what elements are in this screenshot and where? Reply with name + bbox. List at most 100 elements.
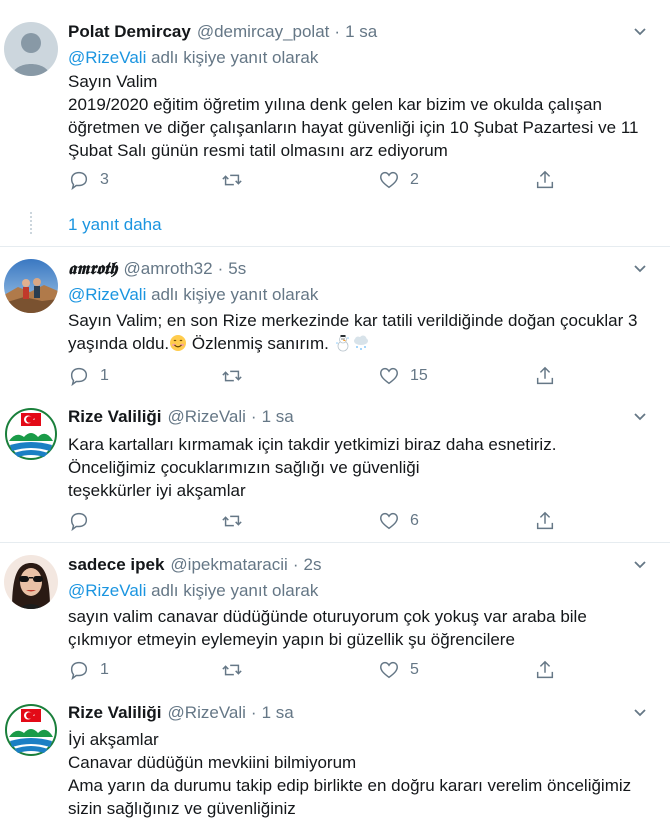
retweet-icon — [222, 664, 242, 676]
tweet-header: Rize Valiliği @RizeVali · 1 sa — [68, 407, 294, 431]
tweet-header: sadece ipek @ipekmataracii · 2s — [68, 555, 321, 579]
reply-button[interactable]: 1 — [68, 658, 109, 682]
tweet-text: Sayın Valim 2019/2020 eğitim öğretim yıl… — [68, 70, 658, 162]
tweet-text: İyi akşamlar Canavar düdüğün mevkiini bi… — [68, 728, 658, 820]
reply-context: @RizeVali adlı kişiye yanıt olarak — [68, 581, 318, 601]
avatar[interactable] — [4, 22, 58, 76]
share-button[interactable] — [534, 168, 566, 192]
timestamp[interactable]: 5s — [228, 259, 246, 279]
tweet-header: Polat Demircay @demircay_polat · 1 sa — [68, 22, 377, 46]
text-line: Önceliğimiz çocuklarımızın sağlığı ve gü… — [68, 458, 420, 477]
share-button[interactable] — [534, 509, 566, 533]
separator-dot: · — [217, 259, 224, 278]
like-button[interactable]: 2 — [378, 168, 419, 192]
separator-dot: · — [334, 22, 341, 41]
reply-icon — [70, 661, 88, 681]
text-line: Sayın Valim — [68, 72, 158, 91]
tweet-header: Rize Valiliği @RizeVali · 1 sa — [68, 703, 294, 727]
reply-context: @RizeVali adlı kişiye yanıt olarak — [68, 48, 318, 68]
reply-context: @RizeVali adlı kişiye yanıt olarak — [68, 285, 318, 305]
timestamp[interactable]: 1 sa — [345, 22, 377, 42]
smiling-face-emoji-icon — [170, 335, 187, 351]
chevron-down-icon[interactable] — [632, 24, 648, 40]
share-icon — [536, 170, 554, 189]
avatar[interactable] — [4, 259, 58, 313]
separator-dot: · — [250, 703, 257, 722]
reply-icon — [70, 171, 88, 191]
mention-link[interactable]: @RizeVali — [68, 285, 146, 304]
reply-suffix: adlı kişiye yanıt olarak — [146, 285, 319, 304]
share-button[interactable] — [534, 364, 566, 388]
user-handle[interactable]: @amroth32 — [123, 259, 212, 279]
user-handle[interactable]: @ipekmataracii — [170, 555, 287, 575]
tweet-2[interactable]: 𝖆𝖒𝖗𝖔𝖙𝖍 @amroth32 · 5s @RizeVali adlı kiş… — [0, 247, 670, 395]
chevron-down-icon[interactable] — [632, 409, 648, 425]
tweet-header: 𝖆𝖒𝖗𝖔𝖙𝖍 @amroth32 · 5s — [68, 259, 246, 283]
reply-icon — [70, 367, 88, 387]
retweet-button[interactable] — [221, 364, 253, 388]
text-line: öğretmen ve diğer çalışanların hayat güv… — [68, 118, 639, 137]
text-line: sizin sağlığınız ve güvenliğiniz — [68, 799, 296, 818]
snowman-emoji-icon — [335, 335, 349, 352]
thread-connector — [30, 212, 32, 234]
tweet-3[interactable]: Rize Valiliği @RizeVali · 1 sa Kara kart… — [0, 395, 670, 541]
reply-suffix: adlı kişiye yanıt olarak — [146, 48, 319, 67]
share-icon — [536, 660, 554, 679]
text-line: Sayın Valim; en son Rize merkezinde kar … — [68, 311, 638, 330]
display-name[interactable]: sadece ipek — [68, 555, 164, 575]
mention-link[interactable]: @RizeVali — [68, 48, 146, 67]
user-handle[interactable]: @RizeVali — [168, 703, 246, 723]
rize-logo-icon — [4, 407, 58, 461]
heart-icon — [380, 171, 398, 189]
text-line: teşekkürler iyi akşamlar — [68, 481, 246, 500]
share-icon — [536, 511, 554, 530]
mention-link[interactable]: @RizeVali — [68, 581, 146, 600]
text-segment: Özlenmiş sanırım. — [187, 334, 334, 353]
text-line: İyi akşamlar — [68, 730, 159, 749]
like-count: 5 — [410, 661, 419, 678]
reply-count: 1 — [100, 367, 109, 384]
separator-dot: · — [250, 407, 257, 426]
timestamp[interactable]: 1 sa — [262, 703, 294, 723]
timestamp[interactable]: 2s — [303, 555, 321, 575]
share-icon — [536, 366, 554, 385]
reply-button[interactable] — [68, 509, 100, 533]
share-button[interactable] — [534, 658, 566, 682]
reply-button[interactable]: 1 — [68, 364, 109, 388]
tweet-actions: 6 — [68, 509, 558, 533]
user-handle[interactable]: @RizeVali — [168, 407, 246, 427]
text-line: Canavar düdüğün mevkiini bilmiyorum — [68, 753, 357, 772]
reply-button[interactable]: 3 — [68, 168, 109, 192]
reply-suffix: adlı kişiye yanıt olarak — [146, 581, 319, 600]
retweet-button[interactable] — [221, 509, 253, 533]
text-line: Ama yarın da durumu takip edip birlikte … — [68, 776, 632, 795]
like-button[interactable]: 6 — [378, 509, 419, 533]
like-button[interactable]: 15 — [378, 364, 428, 388]
text-line: sayın valim canavar düdüğünde oturuyorum… — [68, 607, 587, 626]
more-replies-link[interactable]: 1 yanıt daha — [68, 215, 162, 235]
retweet-icon — [222, 174, 242, 186]
chevron-down-icon[interactable] — [632, 557, 648, 573]
text-line: Kara kartalları kırmamak için takdir yet… — [68, 435, 557, 454]
chevron-down-icon[interactable] — [632, 705, 648, 721]
text-segment: yaşında oldu. — [68, 334, 170, 353]
timestamp[interactable]: 1 sa — [262, 407, 294, 427]
like-button[interactable]: 5 — [378, 658, 419, 682]
chevron-down-icon[interactable] — [632, 261, 648, 277]
avatar[interactable] — [4, 703, 58, 757]
tweet-1[interactable]: Polat Demircay @demircay_polat · 1 sa @R… — [0, 10, 670, 246]
tweet-5[interactable]: Rize Valiliği @RizeVali · 1 sa İyi akşam… — [0, 691, 670, 822]
display-name[interactable]: Polat Demircay — [68, 22, 191, 42]
retweet-button[interactable] — [221, 658, 253, 682]
like-count: 2 — [410, 171, 419, 188]
display-name[interactable]: Rize Valiliği — [68, 703, 162, 723]
retweet-button[interactable] — [221, 168, 253, 192]
display-name[interactable]: 𝖆𝖒𝖗𝖔𝖙𝖍 — [68, 259, 117, 279]
user-handle[interactable]: @demircay_polat — [197, 22, 330, 42]
avatar[interactable] — [4, 555, 58, 609]
avatar[interactable] — [4, 407, 58, 461]
heart-icon — [380, 661, 398, 679]
tweet-text: sayın valim canavar düdüğünde oturuyorum… — [68, 605, 658, 651]
display-name[interactable]: Rize Valiliği — [68, 407, 162, 427]
tweet-4[interactable]: sadece ipek @ipekmataracii · 2s @RizeVal… — [0, 543, 670, 691]
